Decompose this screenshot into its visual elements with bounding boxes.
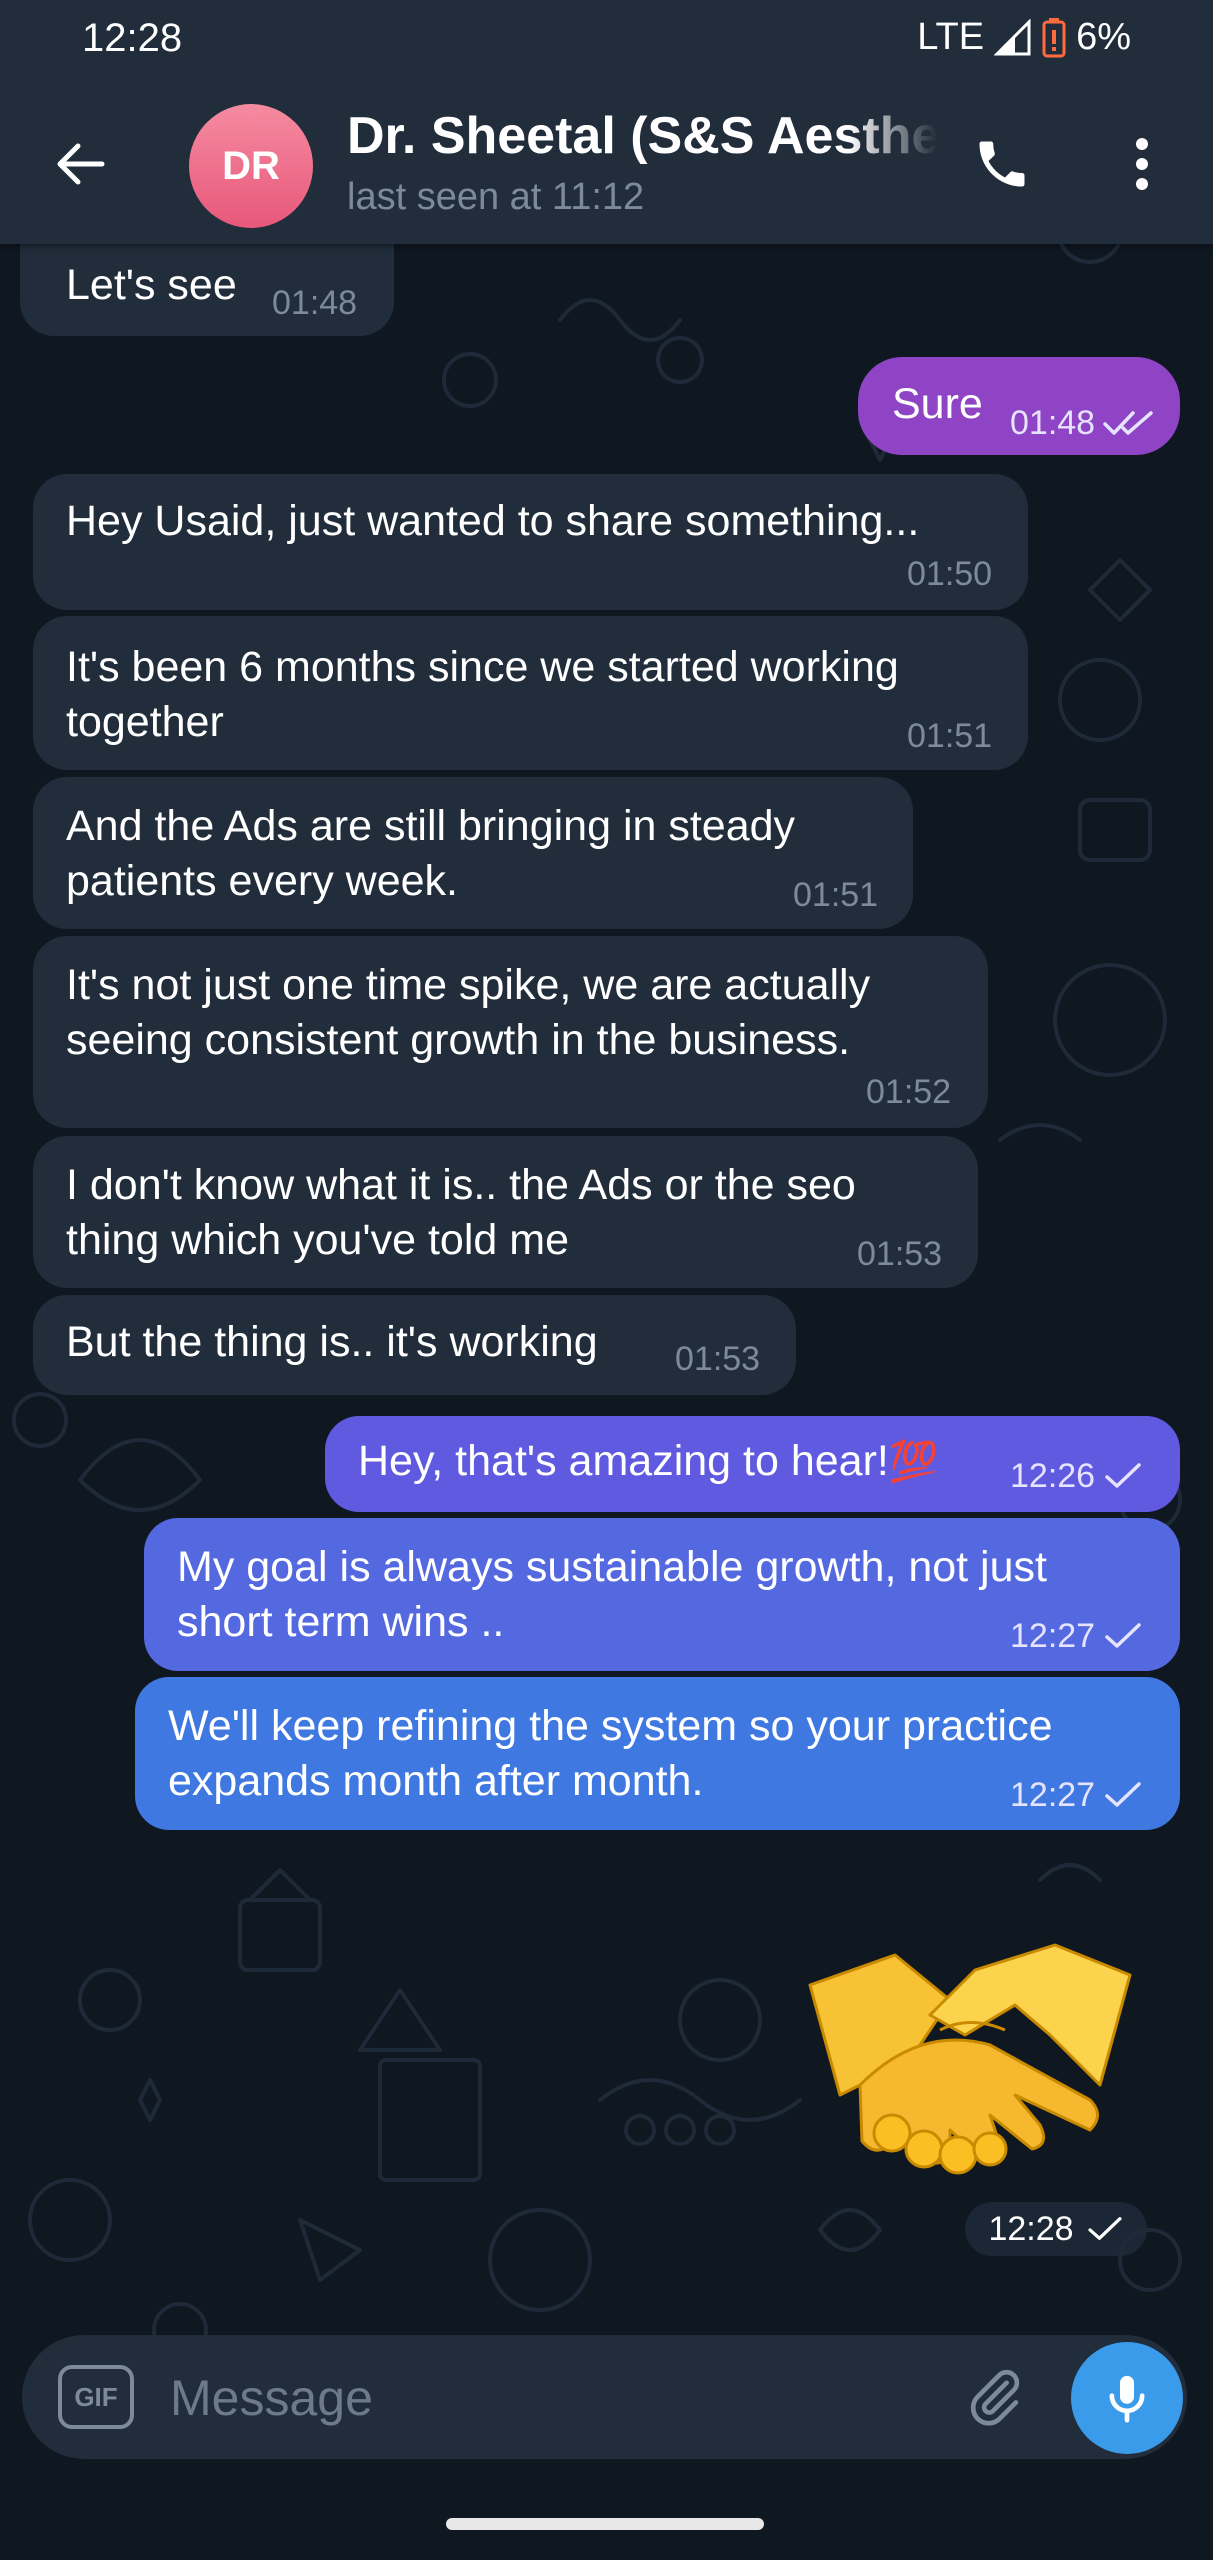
arrow-left-icon bbox=[57, 143, 105, 185]
message-bubble-incoming[interactable]: It's been 6 months since we started work… bbox=[33, 616, 1028, 770]
message-meta: 12:27 bbox=[1010, 1775, 1143, 1815]
check-icon bbox=[1105, 1782, 1141, 1807]
message-time: 01:48 bbox=[1010, 404, 1096, 442]
message-time: 01:53 bbox=[857, 1235, 943, 1273]
check-icon bbox=[1105, 1463, 1141, 1488]
message-time: 01:51 bbox=[907, 717, 993, 755]
message-text-line: thing which you've told me bbox=[66, 1216, 569, 1264]
message-meta: 01:48 bbox=[1010, 403, 1155, 443]
message-bubble-incoming[interactable]: Hey Usaid, just wanted to share somethin… bbox=[33, 474, 1028, 610]
message-meta: 12:27 bbox=[1010, 1616, 1143, 1656]
more-vertical-icon bbox=[1136, 138, 1148, 190]
message-text: Hey, that's amazing to hear!💯 bbox=[358, 1434, 939, 1490]
message-text: Hey Usaid, just wanted to share somethin… bbox=[66, 497, 920, 545]
message-text-line: together bbox=[66, 698, 224, 746]
attach-button[interactable] bbox=[957, 2359, 1033, 2435]
message-bubble-incoming[interactable]: It's not just one time spike, we are act… bbox=[33, 936, 988, 1128]
message-composer: GIF bbox=[22, 2335, 1187, 2459]
message-meta: 12:26 bbox=[1010, 1456, 1143, 1496]
message-time: 01:48 bbox=[272, 284, 358, 322]
sticker-meta: 12:28 bbox=[965, 2202, 1147, 2256]
message-time: 01:51 bbox=[793, 876, 879, 914]
battery-low-icon bbox=[1042, 17, 1066, 57]
signal-icon bbox=[994, 18, 1031, 55]
message-bubble-incoming[interactable]: Let's see 01:48 bbox=[20, 236, 394, 336]
message-time: 01:50 bbox=[907, 555, 993, 593]
message-text-line: And the Ads are still bringing in steady bbox=[66, 802, 796, 850]
status-indicators: LTE 6% bbox=[917, 16, 1131, 59]
message-text: But the thing is.. it's working bbox=[66, 1318, 598, 1366]
hundred-points-emoji: 💯 bbox=[888, 1440, 939, 1484]
gif-button[interactable]: GIF bbox=[58, 2365, 134, 2429]
message-bubble-outgoing[interactable]: My goal is always sustainable growth, no… bbox=[144, 1518, 1180, 1671]
message-time: 12:26 bbox=[1010, 1457, 1096, 1495]
message-text-line: expands month after month. bbox=[168, 1757, 704, 1805]
handshake-icon[interactable] bbox=[800, 1935, 1140, 2175]
message-text-line: We'll keep refining the system so your p… bbox=[168, 1702, 1053, 1750]
message-bubble-outgoing[interactable]: Hey, that's amazing to hear!💯 12:26 bbox=[325, 1416, 1180, 1512]
avatar[interactable]: DR bbox=[189, 104, 313, 228]
call-button[interactable] bbox=[960, 122, 1044, 206]
microphone-icon bbox=[1109, 2375, 1145, 2423]
message-time: 12:27 bbox=[1010, 1776, 1096, 1814]
message-text-line: It's been 6 months since we started work… bbox=[66, 643, 899, 691]
last-seen-status: last seen at 11:12 bbox=[347, 176, 645, 218]
chat-screen: 12:28 LTE 6% DR Dr. Sheetal (S&S Aesthet… bbox=[0, 0, 1213, 2560]
message-time: 12:28 bbox=[988, 2209, 1074, 2248]
battery-percent: 6% bbox=[1076, 16, 1131, 58]
message-time: 12:27 bbox=[1010, 1617, 1096, 1655]
status-bar: 12:28 LTE 6% bbox=[0, 0, 1213, 84]
check-icon bbox=[1105, 1623, 1141, 1648]
message-text-line: short term wins .. bbox=[177, 1598, 505, 1646]
phone-icon bbox=[979, 141, 1025, 187]
message-text-line: My goal is always sustainable growth, no… bbox=[177, 1543, 1047, 1591]
message-bubble-outgoing[interactable]: We'll keep refining the system so your p… bbox=[135, 1677, 1180, 1830]
back-button[interactable] bbox=[40, 124, 120, 204]
more-options-button[interactable] bbox=[1110, 122, 1174, 206]
message-input[interactable] bbox=[168, 2361, 932, 2435]
message-text-line: I don't know what it is.. the Ads or the… bbox=[66, 1161, 856, 1209]
message-bubble-incoming[interactable]: And the Ads are still bringing in steady… bbox=[33, 777, 913, 929]
message-text: Let's see bbox=[66, 261, 237, 309]
status-time: 12:28 bbox=[82, 16, 183, 60]
message-text-line: patients every week. bbox=[66, 857, 458, 905]
network-type: LTE bbox=[917, 16, 985, 58]
contact-name[interactable]: Dr. Sheetal (S&S Aesthetics) bbox=[347, 106, 937, 166]
message-time: 01:52 bbox=[866, 1073, 952, 1111]
double-check-icon bbox=[1103, 411, 1153, 435]
message-bubble-incoming[interactable]: But the thing is.. it's working 01:53 bbox=[33, 1295, 796, 1395]
message-text: Sure bbox=[892, 380, 983, 428]
voice-message-button[interactable] bbox=[1071, 2342, 1183, 2454]
message-text-line: seeing consistent growth in the business… bbox=[66, 1016, 851, 1064]
check-icon bbox=[1087, 2217, 1122, 2240]
message-bubble-incoming[interactable]: I don't know what it is.. the Ads or the… bbox=[33, 1136, 978, 1288]
message-time: 01:53 bbox=[675, 1340, 761, 1378]
message-text-content: Hey, that's amazing to hear! bbox=[358, 1437, 889, 1485]
message-bubble-outgoing[interactable]: Sure 01:48 bbox=[858, 357, 1180, 455]
chat-header: DR Dr. Sheetal (S&S Aesthetics) last see… bbox=[0, 84, 1213, 244]
message-text-line: It's not just one time spike, we are act… bbox=[66, 961, 871, 1009]
paperclip-icon bbox=[970, 2369, 1020, 2426]
home-indicator[interactable] bbox=[446, 2518, 764, 2530]
